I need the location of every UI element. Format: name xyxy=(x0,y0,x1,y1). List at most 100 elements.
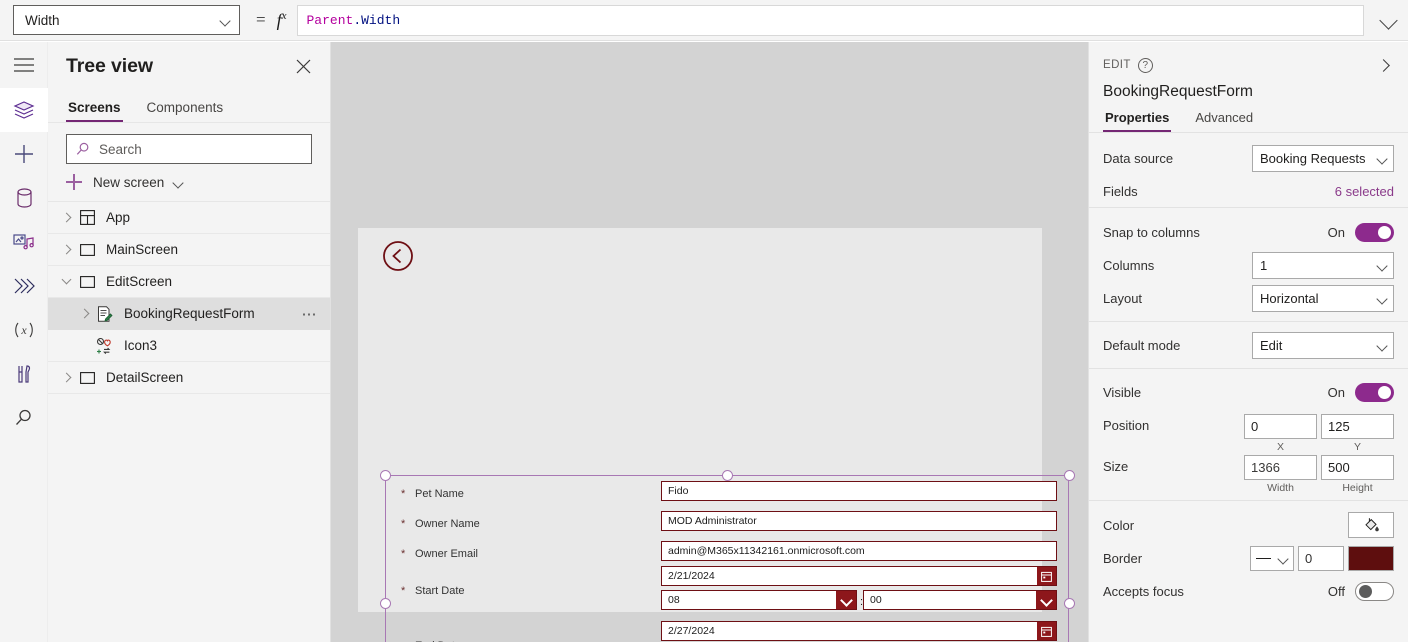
search-input[interactable]: Search xyxy=(66,134,312,164)
search-icon[interactable] xyxy=(0,396,48,440)
size-width-input[interactable]: 1366 xyxy=(1244,455,1317,480)
calendar-icon[interactable] xyxy=(1037,567,1056,585)
snap-to-columns-toggle[interactable] xyxy=(1355,222,1394,242)
tools-icon[interactable] xyxy=(0,352,48,396)
search-icon xyxy=(76,142,89,155)
field-input-owner-email[interactable]: admin@M365x11342161.onmicrosoft.com xyxy=(661,541,1057,561)
color-picker-button[interactable] xyxy=(1348,512,1394,538)
calendar-icon[interactable] xyxy=(1037,622,1056,640)
tree-item-label: App xyxy=(106,210,131,225)
screen-icon xyxy=(76,371,98,384)
border-width-input[interactable]: 0 xyxy=(1298,546,1344,571)
icon-control-icon xyxy=(94,337,116,354)
default-mode-dropdown[interactable]: Edit xyxy=(1252,332,1394,359)
tree-item-detailscreen[interactable]: DetailScreen xyxy=(48,362,330,394)
selected-control-name: BookingRequestForm xyxy=(1103,83,1253,100)
tree-item-bookingrequestform[interactable]: BookingRequestForm ⋯ xyxy=(48,298,330,330)
date-input-end-date[interactable]: 2/27/2024 xyxy=(661,621,1057,641)
required-asterisk: * xyxy=(401,518,406,530)
tree-item-app[interactable]: App xyxy=(48,202,330,234)
visible-toggle[interactable] xyxy=(1355,383,1394,402)
plus-icon xyxy=(66,174,82,190)
chevron-down-icon[interactable] xyxy=(836,591,856,609)
properties-group-geometry: Visible On Position 0 X 125 Y Size 1366 … xyxy=(1089,369,1408,497)
data-icon[interactable] xyxy=(0,176,48,220)
chevron-down-icon xyxy=(173,177,184,188)
tree-item-label: EditScreen xyxy=(106,274,173,289)
power-automate-icon[interactable] xyxy=(0,264,48,308)
resize-handle-top-right[interactable] xyxy=(1063,469,1075,481)
position-x-input[interactable]: 0 xyxy=(1244,414,1317,439)
menu-icon[interactable] xyxy=(0,42,48,88)
form-selection-frame[interactable]: * Pet Name Fido * Owner Name MOD Adminis… xyxy=(379,469,1075,642)
property-selector-dropdown[interactable]: Width xyxy=(13,5,240,35)
collapse-panel-button[interactable] xyxy=(1372,54,1394,76)
help-icon[interactable]: ? xyxy=(1137,57,1153,73)
resize-handle-top-left[interactable] xyxy=(379,469,391,481)
back-arrow-icon[interactable] xyxy=(382,240,414,272)
expander-icon[interactable] xyxy=(56,362,76,394)
default-mode-value: Edit xyxy=(1260,338,1283,353)
field-label: Owner Email xyxy=(415,548,478,560)
required-asterisk: * xyxy=(401,488,406,500)
layout-dropdown[interactable]: Horizontal xyxy=(1252,285,1394,312)
columns-dropdown[interactable]: 1 xyxy=(1252,252,1394,279)
app-screen[interactable]: * Pet Name Fido * Owner Name MOD Adminis… xyxy=(358,228,1075,642)
fields-selected-link[interactable]: 6 selected xyxy=(1335,184,1394,199)
expander-icon[interactable] xyxy=(56,266,76,298)
property-label: Fields xyxy=(1103,183,1138,199)
equals-sign: = xyxy=(256,10,266,29)
formula-token-parent: Parent xyxy=(306,12,354,28)
size-height-caption: Height xyxy=(1342,482,1373,494)
new-screen-button[interactable]: New screen xyxy=(48,164,330,201)
properties-panel: EDIT ? BookingRequestForm Properties Adv… xyxy=(1088,42,1408,642)
tree-item-icon3[interactable]: Icon3 xyxy=(48,330,330,362)
tab-properties[interactable]: Properties xyxy=(1103,110,1172,132)
tab-components[interactable]: Components xyxy=(145,100,226,122)
tab-screens[interactable]: Screens xyxy=(66,100,123,122)
snap-to-columns-toggle-wrap: On xyxy=(1328,222,1394,242)
data-source-dropdown[interactable]: Booking Requests xyxy=(1252,145,1394,172)
variables-icon[interactable]: x xyxy=(0,308,48,352)
expander-icon[interactable] xyxy=(56,202,76,234)
formula-expand-button[interactable] xyxy=(1373,4,1405,36)
property-row-accepts-focus: Accepts focus Off xyxy=(1103,575,1394,608)
position-x-value: 0 xyxy=(1251,419,1259,434)
properties-group-data: Data source Booking Requests Fields 6 se… xyxy=(1089,133,1408,207)
tree-item-mainscreen[interactable]: MainScreen xyxy=(48,234,330,266)
position-inputs: 0 X 125 Y xyxy=(1244,414,1394,453)
left-icon-rail: x xyxy=(0,42,48,642)
size-height-input[interactable]: 500 xyxy=(1321,455,1394,480)
more-options-icon[interactable]: ⋯ xyxy=(302,305,321,323)
field-input-pet-name[interactable]: Fido xyxy=(661,481,1057,501)
close-icon[interactable] xyxy=(290,53,316,79)
resize-handle-middle-right[interactable] xyxy=(1063,597,1075,609)
expander-icon[interactable] xyxy=(74,298,94,330)
property-label: Accepts focus xyxy=(1103,584,1184,599)
tree-item-editscreen[interactable]: EditScreen xyxy=(48,266,330,298)
expander-icon[interactable] xyxy=(56,234,76,266)
border-style-dropdown[interactable] xyxy=(1250,546,1294,571)
property-label: Size xyxy=(1103,459,1129,474)
border-color-swatch[interactable] xyxy=(1348,546,1394,571)
position-y-input[interactable]: 125 xyxy=(1321,414,1394,439)
formula-input[interactable]: Parent .Width xyxy=(296,4,1364,36)
tab-advanced[interactable]: Advanced xyxy=(1193,110,1255,132)
media-icon[interactable] xyxy=(0,220,48,264)
app-icon xyxy=(76,210,98,225)
date-input-start-date[interactable]: 2/21/2024 xyxy=(661,566,1057,586)
tree-view-icon[interactable] xyxy=(0,88,48,132)
insert-icon[interactable] xyxy=(0,132,48,176)
property-row-border: Border 0 xyxy=(1103,542,1394,575)
minute-dropdown-start-date[interactable]: 00 xyxy=(863,590,1057,610)
field-value: Fido xyxy=(668,485,689,497)
property-row-position: Position 0 X 125 Y xyxy=(1103,409,1394,453)
hour-dropdown-start-date[interactable]: 08 xyxy=(661,590,857,610)
resize-handle-top-center[interactable] xyxy=(721,469,733,481)
resize-handle-middle-left[interactable] xyxy=(379,597,391,609)
chevron-down-icon[interactable] xyxy=(1036,591,1056,609)
field-input-owner-name[interactable]: MOD Administrator xyxy=(661,511,1057,531)
accepts-focus-toggle[interactable] xyxy=(1355,582,1394,601)
property-row-layout: Layout Horizontal xyxy=(1103,282,1394,315)
paint-bucket-icon xyxy=(1364,517,1379,531)
